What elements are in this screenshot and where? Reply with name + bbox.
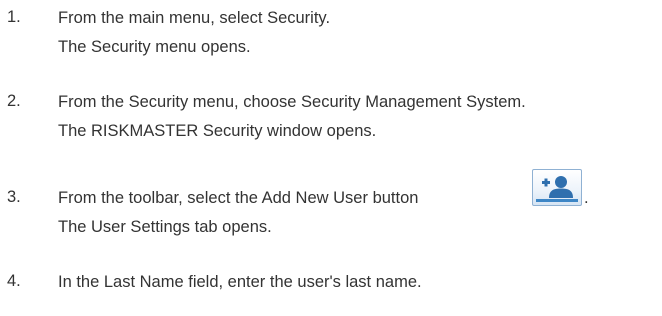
step-result: The Security menu opens. [58,38,251,56]
step-result: The RISKMASTER Security window opens. [58,122,377,140]
step-instruction-suffix: . [584,189,589,207]
step-instruction: From the Security menu, choose Security … [58,93,526,111]
step-result: The User Settings tab opens. [58,218,272,236]
step-number: 4. [7,272,21,290]
step-instruction: In the Last Name field, enter the user's… [58,273,422,291]
add-user-icon [542,176,573,198]
button-underline [536,199,578,202]
step-number: 3. [7,188,21,206]
add-new-user-button[interactable] [532,169,582,206]
step-number: 2. [7,92,21,110]
step-number: 1. [7,8,21,26]
step-instruction: From the toolbar, select the Add New Use… [58,189,419,207]
step-instruction: From the main menu, select Security. [58,9,331,27]
